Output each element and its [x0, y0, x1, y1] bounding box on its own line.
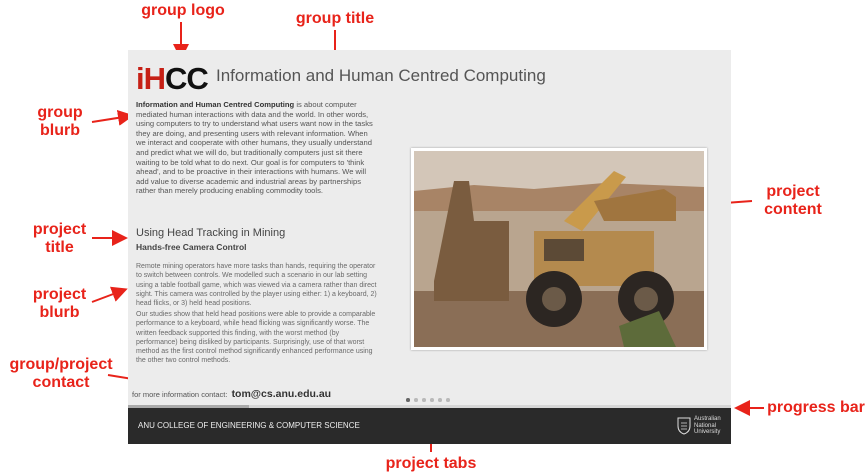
- contact-email[interactable]: tom@cs.anu.edu.au: [232, 388, 332, 400]
- display-screen: iHCC Information and Human Centred Compu…: [128, 50, 731, 444]
- anu-name-line-1: Australian: [694, 416, 721, 422]
- group-blurb-text: is about computer mediated human interac…: [136, 100, 373, 196]
- project-tab-4[interactable]: [430, 398, 434, 402]
- anu-name: Australian National University: [694, 416, 721, 436]
- anu-name-line-3: University: [694, 429, 721, 435]
- group-blurb-bold: Information and Human Centred Computing: [136, 100, 295, 109]
- project-tab-3[interactable]: [422, 398, 426, 402]
- logo-red-letters: iH: [136, 61, 166, 96]
- logo-black-letters: CC: [165, 61, 209, 96]
- ihcc-logo-icon: iHCC: [136, 61, 209, 96]
- arrow-project-blurb: [91, 286, 128, 303]
- contact-label: for more information contact:: [132, 390, 228, 399]
- project-tab-5[interactable]: [438, 398, 442, 402]
- contact-line: for more information contact: tom@cs.anu…: [132, 388, 331, 400]
- anu-crest-icon: [677, 417, 691, 435]
- project-tab-6[interactable]: [446, 398, 450, 402]
- arrow-group-blurb: [91, 109, 134, 126]
- project-blurb-paragraph-2: Our studies show that held head position…: [136, 311, 376, 365]
- mining-truck-photo: [414, 151, 704, 347]
- project-title: Using Head Tracking in Mining: [136, 227, 286, 239]
- project-content-frame: [411, 148, 707, 350]
- group-blurb: Information and Human Centred Computing …: [136, 100, 378, 196]
- project-tab-1[interactable]: [406, 398, 410, 402]
- footer-college-name: ANU COLLEGE OF ENGINEERING & COMPUTER SC…: [138, 421, 360, 430]
- footer-bar: ANU COLLEGE OF ENGINEERING & COMPUTER SC…: [128, 408, 731, 444]
- project-tab-2[interactable]: [414, 398, 418, 402]
- project-subtitle: Hands-free Camera Control: [136, 242, 247, 252]
- project-blurb-paragraph-1: Remote mining operators have more tasks …: [136, 263, 377, 308]
- group-title: Information and Human Centred Computing: [216, 66, 546, 85]
